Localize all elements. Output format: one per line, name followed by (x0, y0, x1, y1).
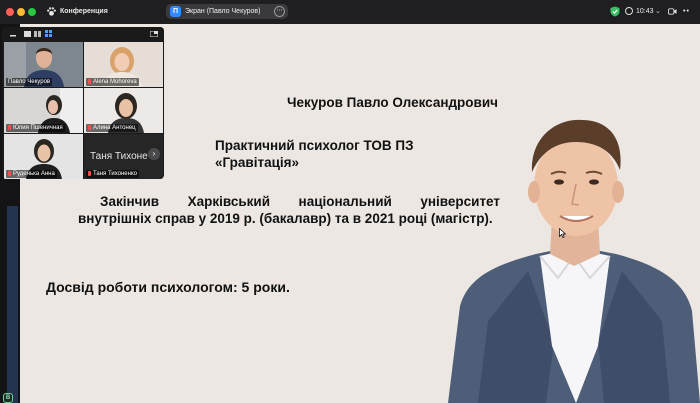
clock-icon (625, 7, 633, 15)
share-avatar: П (170, 6, 181, 17)
participant-name: Алина Антонец (86, 124, 138, 132)
participant-tile[interactable]: Юлия Пшеничная (4, 88, 83, 133)
grid-view-icon[interactable] (45, 30, 52, 37)
education-text: Закінчив Харківський національний універ… (78, 194, 500, 226)
side-indicator-bar (7, 206, 18, 403)
participant-tile[interactable]: Alena Mohoreva (84, 42, 163, 87)
panel-toolbar (2, 27, 164, 41)
mouse-cursor-icon (559, 228, 566, 238)
screen-share-indicator[interactable]: П Экран (Павло Чекуров) ⋯ (166, 4, 288, 19)
gutter-corner-icon[interactable]: B (3, 393, 13, 403)
shield-check-icon[interactable] (610, 6, 620, 17)
share-options-button[interactable]: ⋯ (274, 6, 285, 17)
app-paw-icon (47, 7, 56, 16)
participant-name: Юлия Пшеничная (6, 124, 65, 132)
speaker-portrait (448, 119, 700, 403)
window-minimize-button[interactable] (17, 8, 25, 16)
window-close-button[interactable] (6, 8, 14, 16)
role-line-2: «Гравітація» (215, 155, 300, 170)
participant-name: Alena Mohoreva (86, 78, 139, 86)
zoom-camera-icon[interactable] (668, 7, 677, 16)
participant-tile[interactable]: Руденька Анна (4, 134, 83, 179)
panel-layout-icon[interactable] (24, 31, 31, 37)
participant-tile[interactable]: Алина Антонец (84, 88, 163, 133)
app-name: Конференция (60, 8, 108, 15)
muted-mic-icon (8, 125, 11, 130)
next-page-icon[interactable]: › (148, 148, 160, 160)
window-maximize-button[interactable] (28, 8, 36, 16)
participant-tile[interactable]: Павло Чекуров (4, 42, 83, 87)
chevron-down-icon[interactable]: ⌄ (655, 7, 661, 15)
muted-mic-icon (88, 171, 91, 176)
muted-mic-icon (8, 171, 11, 176)
participant-name: Таня Тихоненко (86, 170, 139, 178)
panel-layout-alt-icon[interactable] (34, 31, 41, 37)
speaker-role: Практичний психолог ТОВ ПЗ «Гравітація» (215, 137, 414, 171)
role-line-1: Практичний психолог ТОВ ПЗ (215, 138, 414, 153)
participant-name: Руденька Анна (6, 170, 57, 178)
muted-mic-icon (88, 79, 91, 84)
title-bar: Конференция П Экран (Павло Чекуров) ⋯ 10… (0, 0, 700, 24)
participant-placeholder-name: Таня Тихоне (90, 151, 148, 162)
share-label: Экран (Павло Чекуров) (185, 8, 261, 15)
panel-expand-icon[interactable] (150, 31, 158, 37)
muted-mic-icon (88, 125, 91, 130)
experience-text: Досвід роботи психологом: 5 роки. (46, 279, 290, 295)
participant-tile[interactable]: Таня Тихоне › Таня Тихоненко (84, 134, 163, 179)
panel-minimize-icon[interactable] (10, 31, 16, 37)
more-options-icon[interactable]: •• (683, 8, 690, 15)
participant-name: Павло Чекуров (6, 78, 53, 86)
clock-time: 10:43 (636, 8, 654, 15)
participants-panel[interactable]: Павло Чекуров Alena Mohoreva Юлия Пшенич… (2, 27, 164, 179)
